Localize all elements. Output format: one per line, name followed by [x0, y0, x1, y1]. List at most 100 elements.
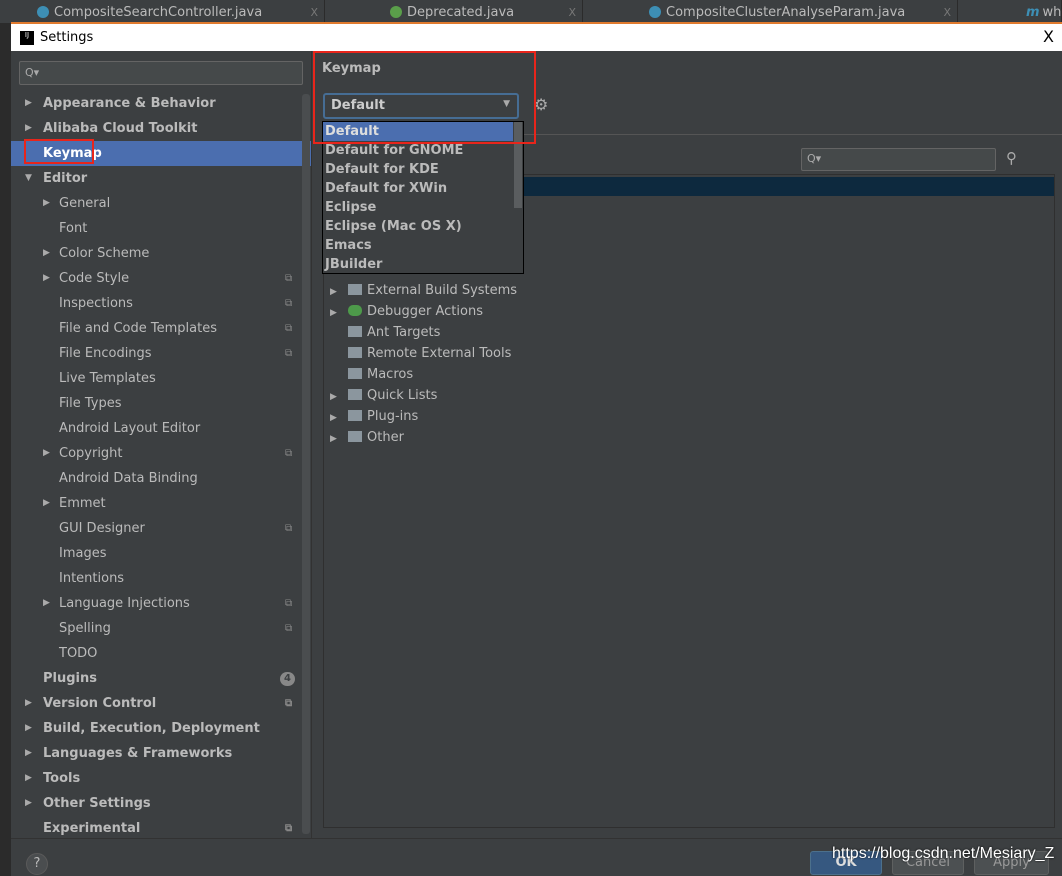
highlight-box: [313, 51, 536, 144]
sidebar-item[interactable]: ▶ Other Settings: [11, 791, 311, 816]
tree-item-label: Macros: [367, 367, 414, 382]
tree-item[interactable]: Macros: [330, 364, 413, 385]
collapsed-arrow-icon[interactable]: ▶: [330, 303, 348, 324]
sidebar-item-label: Font: [59, 221, 88, 236]
close-button[interactable]: X: [1043, 27, 1054, 46]
sidebar-item-label: Android Data Binding: [59, 471, 198, 486]
tree-item[interactable]: Ant Targets: [330, 322, 440, 343]
sidebar-item-label: Plugins: [43, 671, 97, 686]
collapsed-arrow-icon[interactable]: ▶: [25, 91, 32, 116]
collapsed-arrow-icon[interactable]: ▶: [43, 241, 50, 266]
tree-item[interactable]: ▶ Plug-ins: [330, 406, 418, 427]
sidebar-item[interactable]: ▶ Alibaba Cloud Toolkit: [11, 116, 311, 141]
sidebar-item[interactable]: ▶ Emmet: [11, 491, 311, 516]
collapsed-arrow-icon[interactable]: ▶: [25, 766, 32, 791]
collapsed-arrow-icon[interactable]: ▶: [43, 591, 50, 616]
close-tab-icon[interactable]: X: [943, 6, 951, 19]
sidebar-item[interactable]: ▶ Languages & Frameworks: [11, 741, 311, 766]
sidebar-item-label: Color Scheme: [59, 246, 150, 261]
sidebar-scrollbar[interactable]: [302, 94, 310, 834]
settings-search-input[interactable]: Q▾: [19, 61, 303, 85]
sidebar-item[interactable]: ▶ Version Control ⧉: [11, 691, 311, 716]
sidebar-item[interactable]: ▼ Editor: [11, 166, 311, 191]
editor-tab[interactable]: Deprecated.java X: [325, 0, 583, 24]
collapsed-arrow-icon[interactable]: ▶: [330, 387, 348, 408]
sidebar-item[interactable]: GUI Designer ⧉: [11, 516, 311, 541]
watermark: https://blog.csdn.net/Mesiary_Z: [832, 845, 1055, 862]
help-button[interactable]: ?: [26, 853, 48, 875]
folder-gear-icon: [348, 284, 362, 295]
tree-item[interactable]: ▶ External Build Systems: [330, 280, 517, 301]
tree-item[interactable]: ▶ Debugger Actions: [330, 301, 483, 322]
editor-tab[interactable]: CompositeSearchController.java X: [25, 0, 325, 24]
folder-icon: [348, 431, 362, 442]
sidebar-item[interactable]: ▶ Appearance & Behavior: [11, 91, 311, 116]
sidebar-item[interactable]: ▶ Build, Execution, Deployment: [11, 716, 311, 741]
tree-item-label: Ant Targets: [367, 325, 441, 340]
keymap-option[interactable]: Emacs: [323, 236, 513, 255]
annotation-icon: [390, 6, 402, 18]
sidebar-item[interactable]: Font: [11, 216, 311, 241]
tree-item-label: Quick Lists: [367, 388, 438, 403]
keymap-option[interactable]: Eclipse (Mac OS X): [323, 217, 513, 236]
sidebar-item[interactable]: Plugins 4: [11, 666, 311, 691]
divider: [311, 51, 312, 841]
folder-icon: [348, 347, 362, 358]
sidebar-item[interactable]: Intentions: [11, 566, 311, 591]
collapsed-arrow-icon[interactable]: ▶: [330, 408, 348, 429]
sidebar-item[interactable]: Android Data Binding: [11, 466, 311, 491]
sidebar-item[interactable]: ▶ Language Injections ⧉: [11, 591, 311, 616]
sidebar-item[interactable]: Inspections ⧉: [11, 291, 311, 316]
tree-item-label: External Build Systems: [367, 283, 518, 298]
bug-icon: [348, 305, 362, 316]
sidebar-item[interactable]: ▶ Color Scheme: [11, 241, 311, 266]
collapsed-arrow-icon[interactable]: ▶: [25, 116, 32, 141]
folder-icon: [348, 368, 362, 379]
collapsed-arrow-icon[interactable]: ▶: [25, 791, 32, 816]
sidebar-item[interactable]: ▶ Code Style ⧉: [11, 266, 311, 291]
class-icon: [649, 6, 661, 18]
collapsed-arrow-icon[interactable]: ▶: [330, 282, 348, 303]
sidebar-item[interactable]: Android Layout Editor: [11, 416, 311, 441]
project-scope-icon: ⧉: [285, 523, 293, 534]
project-scope-icon: ⧉: [285, 273, 293, 284]
sidebar-item[interactable]: Spelling ⧉: [11, 616, 311, 641]
sidebar-item[interactable]: File Encodings ⧉: [11, 341, 311, 366]
sidebar-item[interactable]: Live Templates: [11, 366, 311, 391]
collapsed-arrow-icon[interactable]: ▶: [43, 441, 50, 466]
editor-tab[interactable]: CompositeClusterAnalyseParam.java X: [583, 0, 958, 24]
keymap-option[interactable]: JBuilder: [323, 255, 513, 273]
expanded-arrow-icon[interactable]: ▼: [25, 166, 32, 191]
keymap-search-input[interactable]: Q▾: [801, 148, 996, 171]
sidebar-item[interactable]: ▶ Copyright ⧉: [11, 441, 311, 466]
sidebar-item[interactable]: ▶ General: [11, 191, 311, 216]
keymap-option[interactable]: Default for KDE: [323, 160, 513, 179]
collapsed-arrow-icon[interactable]: ▶: [43, 191, 50, 216]
sidebar-item-label: Live Templates: [59, 371, 156, 386]
close-tab-icon[interactable]: X: [310, 6, 318, 19]
tree-item[interactable]: ▶ Quick Lists: [330, 385, 437, 406]
gear-icon[interactable]: ⚙: [534, 95, 548, 114]
tree-item[interactable]: ▶ Other: [330, 427, 404, 448]
editor-tab[interactable]: m wh: [958, 0, 1062, 24]
sidebar-item-label: Other Settings: [43, 796, 151, 811]
sidebar-item[interactable]: File and Code Templates ⧉: [11, 316, 311, 341]
sidebar-item[interactable]: TODO: [11, 641, 311, 666]
find-shortcut-icon[interactable]: ⚲: [1006, 149, 1017, 167]
close-tab-icon[interactable]: X: [568, 6, 576, 19]
project-scope-icon: ⧉: [285, 623, 293, 634]
keymap-option[interactable]: Eclipse: [323, 198, 513, 217]
collapsed-arrow-icon[interactable]: ▶: [25, 691, 32, 716]
tree-item[interactable]: Remote External Tools: [330, 343, 511, 364]
sidebar-item[interactable]: ▶ Tools: [11, 766, 311, 791]
collapsed-arrow-icon[interactable]: ▶: [43, 491, 50, 516]
sidebar-item[interactable]: Images: [11, 541, 311, 566]
collapsed-arrow-icon[interactable]: ▶: [25, 716, 32, 741]
tree-item-label: Debugger Actions: [367, 304, 483, 319]
keymap-option[interactable]: Default for XWin: [323, 179, 513, 198]
highlight-box: [24, 139, 94, 164]
collapsed-arrow-icon[interactable]: ▶: [43, 266, 50, 291]
collapsed-arrow-icon[interactable]: ▶: [25, 741, 32, 766]
collapsed-arrow-icon[interactable]: ▶: [330, 429, 348, 450]
sidebar-item[interactable]: File Types: [11, 391, 311, 416]
